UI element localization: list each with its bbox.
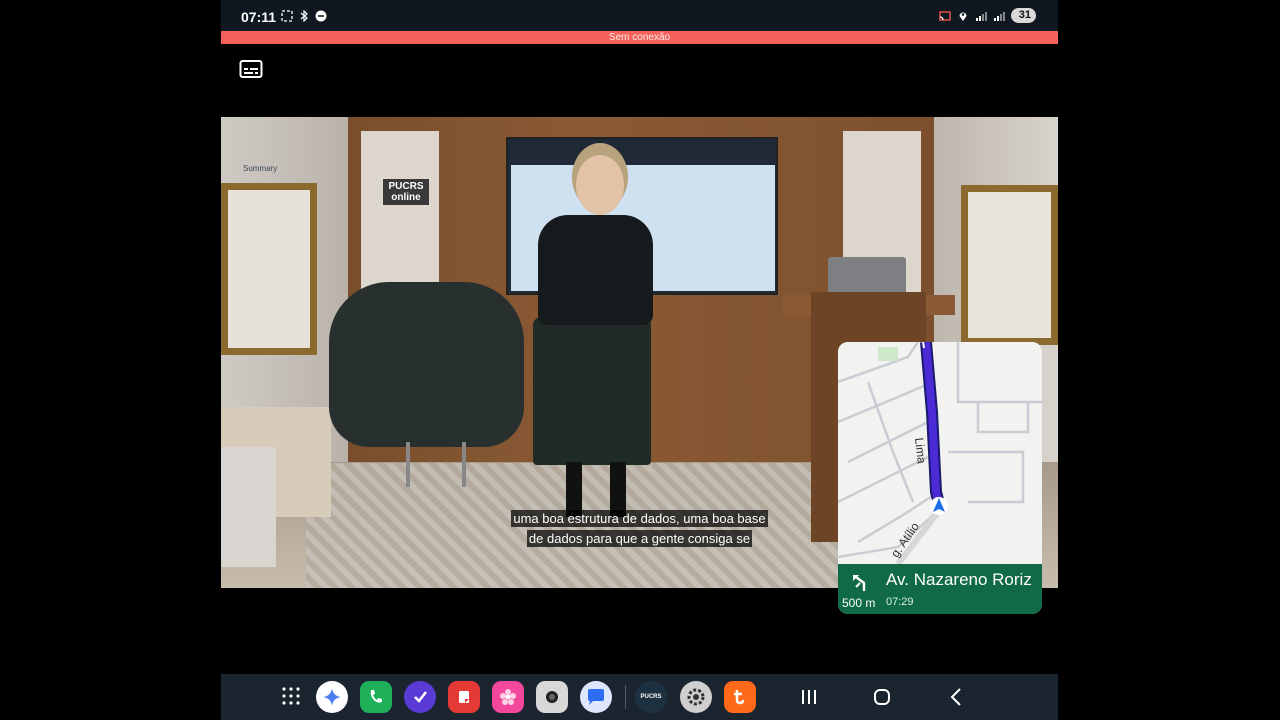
presenter-skirt	[533, 317, 651, 465]
pucrs-app-icon[interactable]: PUCRS	[635, 681, 667, 713]
app-drawer-icon[interactable]	[281, 686, 301, 706]
nav-distance: 500 m	[842, 596, 876, 610]
battery-indicator: 31	[1010, 8, 1036, 23]
slide-title: Summary	[243, 164, 278, 173]
navigation-popup[interactable]: Lima g. Atílio Av. Nazareno Roriz 500 m …	[838, 342, 1042, 614]
picture-frame-right	[961, 185, 1058, 345]
bluetooth-icon	[300, 10, 308, 22]
subtitle-text-2: de dados para que a gente consiga se	[526, 530, 753, 547]
tuya-app-icon[interactable]	[724, 681, 756, 713]
ottoman-2	[221, 447, 276, 567]
home-button[interactable]	[870, 685, 894, 709]
offline-banner: Sem conexão	[221, 31, 1058, 44]
back-button[interactable]	[945, 685, 969, 709]
status-right: 31	[939, 8, 1036, 23]
tablet-screen: 07:11 31 Sem conexão PUCRS online Summar…	[221, 0, 1058, 720]
notes-app-icon[interactable]	[448, 681, 480, 713]
captions-icon[interactable]	[239, 59, 263, 79]
notification-icon	[315, 10, 327, 22]
messages-app-icon[interactable]	[580, 681, 612, 713]
cast-icon	[939, 10, 951, 21]
photos-app-icon[interactable]	[492, 681, 524, 713]
gemini-app-icon[interactable]	[316, 681, 348, 713]
status-bar: 07:11 31	[221, 0, 1058, 31]
chair-base	[406, 442, 466, 487]
recents-button[interactable]	[797, 685, 821, 709]
navigation-banner[interactable]: Av. Nazareno Roriz 500 m 07:29	[838, 564, 1042, 614]
taskbar: PUCRS	[221, 674, 1058, 720]
map-label-lima: Lima	[912, 437, 929, 465]
screenshot-icon	[281, 10, 293, 22]
laptop	[828, 257, 906, 297]
status-time: 07:11	[241, 9, 277, 25]
navigation-map[interactable]	[838, 342, 1042, 564]
signal-icon	[975, 11, 987, 21]
settings-app-icon[interactable]	[680, 681, 712, 713]
camera-app-icon[interactable]	[536, 681, 568, 713]
tasks-app-icon[interactable]	[404, 681, 436, 713]
subtitle-text-1: uma boa estrutura de dados, uma boa base	[511, 510, 768, 527]
presenter-legs	[566, 462, 626, 517]
presenter-head	[576, 155, 624, 215]
signal-icon-2	[993, 11, 1005, 21]
location-icon	[959, 12, 967, 21]
status-left-icons	[281, 10, 327, 22]
pucrs-app-label: PUCRS	[640, 694, 662, 700]
phone-app-icon[interactable]	[360, 681, 392, 713]
picture-frame-left	[221, 183, 317, 355]
bookshelf-left	[361, 131, 439, 301]
nav-eta: 07:29	[886, 596, 914, 608]
nav-street-name: Av. Nazareno Roriz	[886, 570, 1032, 589]
egg-chair	[329, 282, 524, 447]
turn-left-icon	[853, 575, 866, 591]
pucrs-logo: PUCRS online	[383, 179, 429, 205]
taskbar-divider	[625, 685, 626, 709]
presenter-body	[538, 215, 653, 325]
